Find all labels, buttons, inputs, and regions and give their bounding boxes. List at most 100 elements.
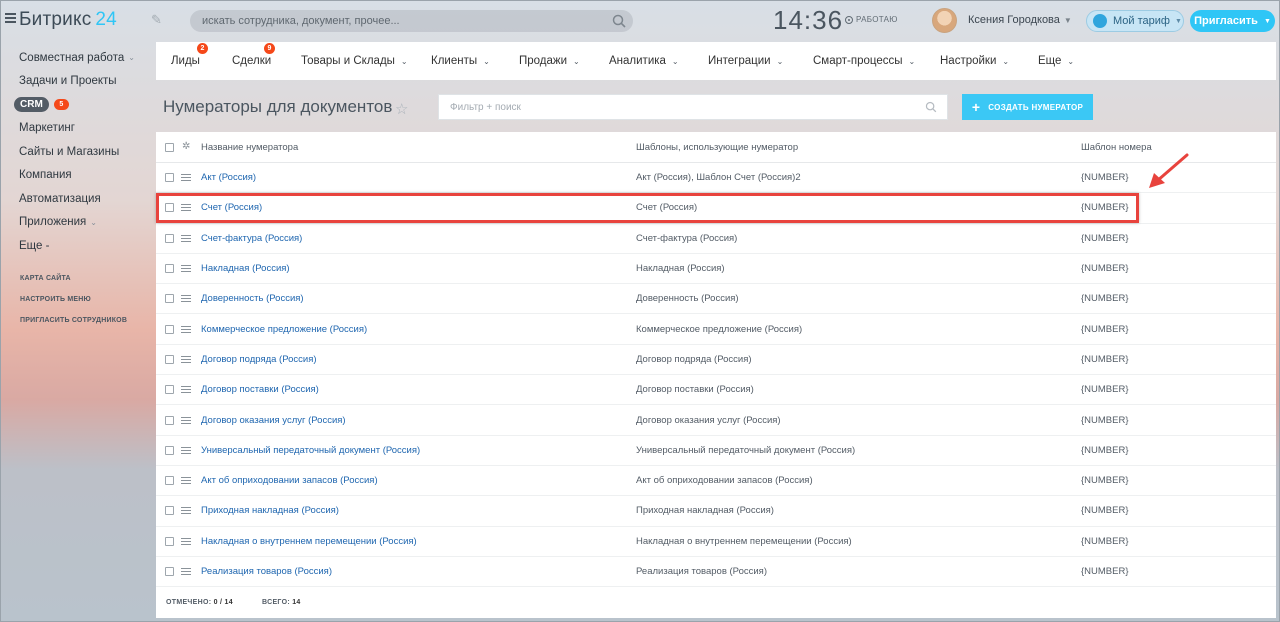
search-input[interactable] (190, 10, 590, 32)
table-row[interactable]: Реализация товаров (Россия) Реализация то… (156, 557, 1276, 588)
table-row[interactable]: Договор подряда (Россия) Договор подряда … (156, 345, 1276, 376)
sidebar-item-tasks[interactable]: Задачи и Проекты (1, 70, 151, 94)
row-checkbox[interactable] (165, 506, 174, 516)
tab-more[interactable]: Еще ⌄ (1038, 55, 1074, 67)
numerator-name-link[interactable]: Договор подряда (Россия) (201, 354, 317, 365)
table-row[interactable]: Договор поставки (Россия) Договор поставк… (156, 375, 1276, 406)
drag-handle-icon[interactable] (181, 537, 191, 545)
row-checkbox[interactable] (165, 445, 174, 455)
sidebar-item-automation[interactable]: Автоматизация (1, 187, 151, 211)
tab-clients[interactable]: Клиенты ⌄ (431, 55, 490, 67)
logo[interactable]: Битрикс 24 (19, 9, 117, 31)
numerator-name-link[interactable]: Приходная накладная (Россия) (201, 505, 339, 516)
tab-analytics[interactable]: Аналитика ⌄ (609, 55, 679, 67)
table-row[interactable]: Счет (Россия) Счет (Россия) {NUMBER} (156, 193, 1276, 224)
tab-deals[interactable]: Сделки 9 (232, 43, 275, 67)
search-icon[interactable] (611, 13, 627, 29)
row-checkbox[interactable] (165, 536, 174, 546)
numerator-name-link[interactable]: Накладная о внутреннем перемещении (Росс… (201, 536, 417, 547)
drag-handle-icon[interactable] (181, 234, 191, 242)
tab-smart-processes[interactable]: Смарт-процессы ⌄ (813, 55, 915, 67)
avatar[interactable] (932, 8, 957, 33)
select-all-checkbox[interactable] (165, 143, 174, 152)
table-row[interactable]: Приходная накладная (Россия) Приходная на… (156, 496, 1276, 527)
tab-sales[interactable]: Продажи ⌄ (519, 55, 580, 67)
create-numerator-button[interactable]: + СОЗДАТЬ НУМЕРАТОР (962, 94, 1093, 120)
row-checkbox[interactable] (165, 203, 174, 213)
numerator-name-link[interactable]: Акт (Россия) (201, 172, 256, 183)
drag-handle-icon[interactable] (181, 568, 191, 575)
column-header-name[interactable]: Название нумератора (201, 142, 298, 153)
drag-handle-icon[interactable] (181, 174, 191, 182)
row-checkbox[interactable] (165, 233, 174, 243)
star-icon[interactable]: ☆ (395, 100, 408, 118)
table-row[interactable]: Договор оказания услуг (Россия) Договор о… (156, 405, 1276, 436)
invite-employees-link[interactable]: ПРИГЛАСИТЬ СОТРУДНИКОВ (1, 310, 151, 331)
numerator-name-link[interactable]: Доверенность (Россия) (201, 293, 304, 304)
drag-handle-icon[interactable] (181, 507, 191, 515)
table-row[interactable]: Коммерческое предложение (Россия) Коммерч… (156, 314, 1276, 345)
search-icon[interactable] (924, 100, 938, 114)
drag-handle-icon[interactable] (181, 477, 191, 485)
invite-button[interactable]: Пригласить ▼ (1190, 10, 1275, 32)
sidebar-item-collab[interactable]: Совместная работа ⌄ (1, 46, 151, 70)
row-checkbox[interactable] (165, 294, 174, 304)
tab-products[interactable]: Товары и Склады ⌄ (301, 55, 408, 67)
rocket-icon (1093, 14, 1107, 28)
row-checkbox[interactable] (165, 476, 174, 486)
table-row[interactable]: Акт (Россия) Акт (Россия), Шаблон Счет (Р… (156, 163, 1276, 194)
numerator-name-link[interactable]: Накладная (Россия) (201, 263, 290, 274)
table-row[interactable]: Накладная (Россия) Накладная (Россия) {NUM… (156, 254, 1276, 285)
sidebar-item-more[interactable]: Еще - (1, 234, 151, 258)
drag-handle-icon[interactable] (181, 416, 191, 424)
sidebar-item-sites[interactable]: Сайты и Магазины (1, 140, 151, 164)
row-checkbox[interactable] (165, 354, 174, 364)
numerator-name-link[interactable]: Коммерческое предложение (Россия) (201, 324, 367, 335)
table-row[interactable]: Доверенность (Россия) Доверенность (Росси… (156, 284, 1276, 315)
row-checkbox[interactable] (165, 567, 174, 576)
table-row[interactable]: Счет-фактура (Россия) Счет-фактура (Росси… (156, 224, 1276, 254)
tab-integrations[interactable]: Интеграции ⌄ (708, 55, 783, 67)
drag-handle-icon[interactable] (181, 265, 191, 273)
edit-pencil-icon[interactable]: ✎ (151, 12, 162, 28)
sidebar-item-apps[interactable]: Приложения ⌄ (1, 211, 151, 235)
numerator-name-link[interactable]: Договор поставки (Россия) (201, 384, 319, 395)
table-row[interactable]: Накладная о внутреннем перемещении (Росс… (156, 527, 1276, 557)
row-checkbox[interactable] (165, 173, 174, 183)
numerator-name-link[interactable]: Реализация товаров (Россия) (201, 566, 332, 577)
row-checkbox[interactable] (165, 324, 174, 334)
table-row[interactable]: Акт об оприходовании запасов (Россия) Акт… (156, 466, 1276, 497)
tab-settings[interactable]: Настройки ⌄ (940, 55, 1009, 67)
sidebar-item-crm[interactable]: CRM 5 (1, 93, 151, 117)
gear-icon[interactable]: ✲ (182, 142, 192, 152)
drag-handle-icon[interactable] (181, 325, 191, 333)
drag-handle-icon[interactable] (181, 446, 191, 454)
drag-handle-icon[interactable] (181, 386, 191, 394)
numerator-name-link[interactable]: Акт об оприходовании запасов (Россия) (201, 475, 378, 486)
sitemap-link[interactable]: КАРТА САЙТА (1, 268, 151, 289)
filter-input[interactable] (439, 95, 899, 119)
filter-search[interactable] (438, 94, 948, 120)
sidebar-item-company[interactable]: Компания (1, 164, 151, 188)
sidebar-item-marketing[interactable]: Маркетинг (1, 117, 151, 141)
drag-handle-icon[interactable] (181, 295, 191, 303)
numerator-name-link[interactable]: Счет (Россия) (201, 202, 262, 213)
row-checkbox[interactable] (165, 415, 174, 425)
numerator-name-link[interactable]: Договор оказания услуг (Россия) (201, 415, 346, 426)
tariff-button[interactable]: Мой тариф ▼ (1086, 10, 1184, 32)
column-header-templates[interactable]: Шаблоны, использующие нумератор (636, 142, 798, 153)
menu-toggle-icon[interactable] (5, 13, 16, 23)
row-checkbox[interactable] (165, 385, 174, 395)
table-row[interactable]: Универсальный передаточный документ (Рос… (156, 436, 1276, 466)
numerator-name-link[interactable]: Счет-фактура (Россия) (201, 233, 302, 244)
create-button-label: СОЗДАТЬ НУМЕРАТОР (988, 102, 1084, 112)
tab-leads[interactable]: Лиды 2 (171, 43, 208, 67)
user-menu[interactable]: Ксения Городкова ▼ (968, 14, 1072, 26)
drag-handle-icon[interactable] (181, 355, 191, 363)
global-search[interactable] (190, 10, 633, 32)
numerator-name-link[interactable]: Универсальный передаточный документ (Рос… (201, 445, 420, 456)
drag-handle-icon[interactable] (181, 204, 191, 212)
work-status[interactable]: РАБОТАЮ (845, 15, 898, 24)
row-checkbox[interactable] (165, 264, 174, 274)
configure-menu-link[interactable]: НАСТРОИТЬ МЕНЮ (1, 289, 151, 310)
